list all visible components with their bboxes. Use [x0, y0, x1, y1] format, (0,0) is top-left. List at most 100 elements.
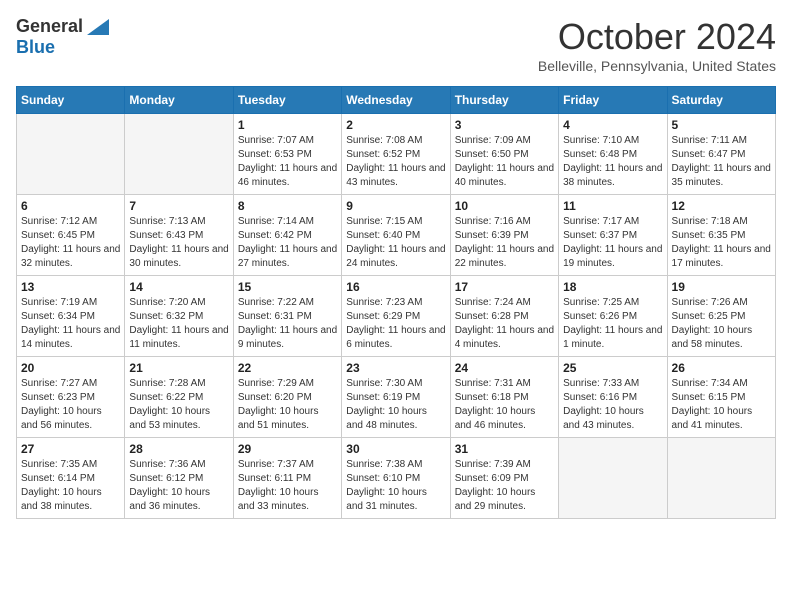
- weekday-header-monday: Monday: [125, 87, 233, 114]
- calendar-cell: 9 Sunrise: 7:15 AM Sunset: 6:40 PM Daylig…: [342, 195, 450, 276]
- logo: General Blue: [16, 16, 109, 58]
- day-info: Sunrise: 7:35 AM Sunset: 6:14 PM Dayligh…: [21, 458, 120, 514]
- day-info: Sunrise: 7:14 AM Sunset: 6:42 PM Dayligh…: [238, 215, 337, 271]
- day-info: Sunrise: 7:12 AM Sunset: 6:45 PM Dayligh…: [21, 215, 120, 271]
- day-info: Sunrise: 7:31 AM Sunset: 6:18 PM Dayligh…: [455, 377, 554, 433]
- calendar-cell: 31 Sunrise: 7:39 AM Sunset: 6:09 PM Dayli…: [450, 438, 558, 519]
- calendar-cell: 28Sunrise: 7:36 AM Sunset: 6:12 PM Dayli…: [125, 438, 233, 519]
- day-number: 1: [238, 118, 337, 132]
- calendar-cell: 10Sunrise: 7:16 AM Sunset: 6:39 PM Dayli…: [450, 195, 558, 276]
- day-number: 26: [672, 361, 771, 375]
- calendar-cell: [17, 114, 125, 195]
- calendar-cell: 2Sunrise: 7:08 AM Sunset: 6:52 PM Daylig…: [342, 114, 450, 195]
- calendar-cell: 19 Sunrise: 7:26 AM Sunset: 6:25 PM Dayli…: [667, 276, 775, 357]
- day-number: 18: [563, 280, 662, 294]
- calendar-cell: 11 Sunrise: 7:17 AM Sunset: 6:37 PM Dayli…: [559, 195, 667, 276]
- day-number: 17: [455, 280, 554, 294]
- day-info: Sunrise: 7:10 AM Sunset: 6:48 PM Dayligh…: [563, 134, 662, 190]
- day-number: 16: [346, 280, 445, 294]
- weekday-header-friday: Friday: [559, 87, 667, 114]
- calendar-cell: 22 Sunrise: 7:29 AM Sunset: 6:20 PM Dayli…: [233, 357, 341, 438]
- weekday-header-saturday: Saturday: [667, 87, 775, 114]
- day-number: 14: [129, 280, 228, 294]
- day-info: Sunrise: 7:15 AM Sunset: 6:40 PM Dayligh…: [346, 215, 445, 271]
- calendar-cell: 20Sunrise: 7:27 AM Sunset: 6:23 PM Dayli…: [17, 357, 125, 438]
- day-info: Sunrise: 7:11 AM Sunset: 6:47 PM Dayligh…: [672, 134, 771, 190]
- calendar-cell: 1Sunrise: 7:07 AM Sunset: 6:53 PM Daylig…: [233, 114, 341, 195]
- day-number: 8: [238, 199, 337, 213]
- calendar-cell: 4 Sunrise: 7:10 AM Sunset: 6:48 PM Daylig…: [559, 114, 667, 195]
- day-number: 9: [346, 199, 445, 213]
- day-info: Sunrise: 7:19 AM Sunset: 6:34 PM Dayligh…: [21, 296, 120, 352]
- day-number: 6: [21, 199, 120, 213]
- calendar-cell: 16Sunrise: 7:23 AM Sunset: 6:29 PM Dayli…: [342, 276, 450, 357]
- day-number: 5: [672, 118, 771, 132]
- day-info: Sunrise: 7:09 AM Sunset: 6:50 PM Dayligh…: [455, 134, 554, 190]
- day-info: Sunrise: 7:25 AM Sunset: 6:26 PM Dayligh…: [563, 296, 662, 352]
- day-info: Sunrise: 7:22 AM Sunset: 6:31 PM Dayligh…: [238, 296, 337, 352]
- day-number: 30: [346, 442, 445, 456]
- day-number: 4: [563, 118, 662, 132]
- day-number: 21: [129, 361, 228, 375]
- calendar-cell: 8 Sunrise: 7:14 AM Sunset: 6:42 PM Daylig…: [233, 195, 341, 276]
- day-number: 27: [21, 442, 120, 456]
- calendar-cell: 3 Sunrise: 7:09 AM Sunset: 6:50 PM Daylig…: [450, 114, 558, 195]
- day-number: 15: [238, 280, 337, 294]
- week-row-5: 27 Sunrise: 7:35 AM Sunset: 6:14 PM Dayli…: [17, 438, 776, 519]
- calendar-cell: 18 Sunrise: 7:25 AM Sunset: 6:26 PM Dayli…: [559, 276, 667, 357]
- calendar-cell: 14 Sunrise: 7:20 AM Sunset: 6:32 PM Dayli…: [125, 276, 233, 357]
- day-info: Sunrise: 7:36 AM Sunset: 6:12 PM Dayligh…: [129, 458, 228, 514]
- calendar-cell: 17 Sunrise: 7:24 AM Sunset: 6:28 PM Dayli…: [450, 276, 558, 357]
- location-subtitle: Belleville, Pennsylvania, United States: [538, 58, 776, 74]
- day-info: Sunrise: 7:16 AM Sunset: 6:39 PM Dayligh…: [455, 215, 554, 271]
- day-info: Sunrise: 7:24 AM Sunset: 6:28 PM Dayligh…: [455, 296, 554, 352]
- day-number: 19: [672, 280, 771, 294]
- calendar-cell: 15 Sunrise: 7:22 AM Sunset: 6:31 PM Dayli…: [233, 276, 341, 357]
- calendar-cell: 6 Sunrise: 7:12 AM Sunset: 6:45 PM Daylig…: [17, 195, 125, 276]
- day-number: 12: [672, 199, 771, 213]
- title-block: October 2024 Belleville, Pennsylvania, U…: [538, 16, 776, 74]
- day-number: 7: [129, 199, 228, 213]
- day-info: Sunrise: 7:30 AM Sunset: 6:19 PM Dayligh…: [346, 377, 445, 433]
- calendar-cell: 26 Sunrise: 7:34 AM Sunset: 6:15 PM Dayli…: [667, 357, 775, 438]
- day-info: Sunrise: 7:17 AM Sunset: 6:37 PM Dayligh…: [563, 215, 662, 271]
- calendar-cell: 25Sunrise: 7:33 AM Sunset: 6:16 PM Dayli…: [559, 357, 667, 438]
- day-number: 24: [455, 361, 554, 375]
- day-number: 11: [563, 199, 662, 213]
- week-row-4: 20Sunrise: 7:27 AM Sunset: 6:23 PM Dayli…: [17, 357, 776, 438]
- weekday-header-tuesday: Tuesday: [233, 87, 341, 114]
- logo-line2: Blue: [16, 37, 55, 58]
- week-row-1: 1Sunrise: 7:07 AM Sunset: 6:53 PM Daylig…: [17, 114, 776, 195]
- logo-icon: [87, 19, 109, 35]
- calendar-cell: [559, 438, 667, 519]
- week-row-2: 6 Sunrise: 7:12 AM Sunset: 6:45 PM Daylig…: [17, 195, 776, 276]
- day-number: 13: [21, 280, 120, 294]
- month-title: October 2024: [538, 16, 776, 58]
- page-header: General Blue October 2024 Belleville, Pe…: [16, 16, 776, 74]
- calendar-cell: 7 Sunrise: 7:13 AM Sunset: 6:43 PM Daylig…: [125, 195, 233, 276]
- day-info: Sunrise: 7:20 AM Sunset: 6:32 PM Dayligh…: [129, 296, 228, 352]
- day-info: Sunrise: 7:39 AM Sunset: 6:09 PM Dayligh…: [455, 458, 554, 514]
- day-number: 31: [455, 442, 554, 456]
- day-info: Sunrise: 7:29 AM Sunset: 6:20 PM Dayligh…: [238, 377, 337, 433]
- day-info: Sunrise: 7:38 AM Sunset: 6:10 PM Dayligh…: [346, 458, 445, 514]
- logo-line1: General: [16, 16, 83, 37]
- day-number: 3: [455, 118, 554, 132]
- calendar-cell: 29 Sunrise: 7:37 AM Sunset: 6:11 PM Dayli…: [233, 438, 341, 519]
- day-number: 2: [346, 118, 445, 132]
- calendar-table: SundayMondayTuesdayWednesdayThursdayFrid…: [16, 86, 776, 519]
- calendar-cell: 12Sunrise: 7:18 AM Sunset: 6:35 PM Dayli…: [667, 195, 775, 276]
- day-info: Sunrise: 7:13 AM Sunset: 6:43 PM Dayligh…: [129, 215, 228, 271]
- day-number: 22: [238, 361, 337, 375]
- calendar-cell: 30 Sunrise: 7:38 AM Sunset: 6:10 PM Dayli…: [342, 438, 450, 519]
- day-info: Sunrise: 7:26 AM Sunset: 6:25 PM Dayligh…: [672, 296, 771, 352]
- weekday-header-thursday: Thursday: [450, 87, 558, 114]
- day-number: 29: [238, 442, 337, 456]
- day-info: Sunrise: 7:34 AM Sunset: 6:15 PM Dayligh…: [672, 377, 771, 433]
- calendar-cell: 24 Sunrise: 7:31 AM Sunset: 6:18 PM Dayli…: [450, 357, 558, 438]
- week-row-3: 13 Sunrise: 7:19 AM Sunset: 6:34 PM Dayli…: [17, 276, 776, 357]
- day-info: Sunrise: 7:37 AM Sunset: 6:11 PM Dayligh…: [238, 458, 337, 514]
- day-number: 23: [346, 361, 445, 375]
- calendar-cell: 13 Sunrise: 7:19 AM Sunset: 6:34 PM Dayli…: [17, 276, 125, 357]
- calendar-cell: 5 Sunrise: 7:11 AM Sunset: 6:47 PM Daylig…: [667, 114, 775, 195]
